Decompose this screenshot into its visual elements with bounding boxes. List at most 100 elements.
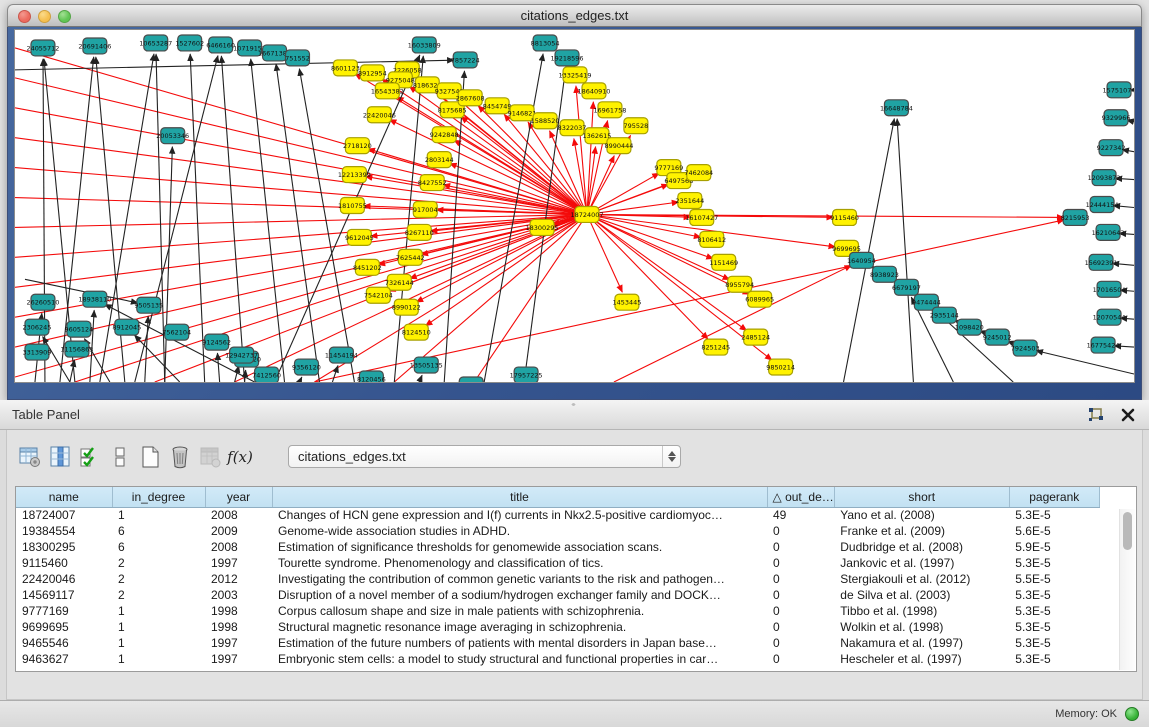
table-row[interactable]: 946554611997Estimation of the future num… — [16, 635, 1099, 651]
table-cell[interactable]: 0 — [767, 635, 834, 651]
table-selector-dropdown[interactable]: citations_edges.txt — [288, 445, 681, 468]
graph-node[interactable]: 6679197 — [892, 279, 921, 295]
graph-node[interactable]: 2803144 — [425, 152, 454, 168]
table-cell[interactable]: 1998 — [205, 603, 272, 619]
zoom-window-icon[interactable] — [58, 10, 71, 23]
graph-node[interactable]: 8120456 — [357, 371, 386, 382]
graph-node[interactable]: 9612045 — [345, 229, 374, 245]
graph-node[interactable]: 3313909 — [23, 344, 52, 360]
graph-node[interactable]: 18640910 — [577, 83, 610, 99]
table-cell[interactable]: Embryonic stem cells: a model to study s… — [272, 651, 767, 667]
graph-node[interactable]: 9245012 — [983, 329, 1012, 345]
graph-node[interactable]: 7412560 — [252, 367, 281, 382]
table-row[interactable]: 911546021997Tourette syndrome. Phenomeno… — [16, 555, 1099, 571]
table-cell[interactable]: 0 — [767, 603, 834, 619]
graph-node[interactable]: 9227342 — [1097, 140, 1126, 156]
table-cell[interactable]: Dudbridge et al. (2008) — [834, 539, 1009, 555]
graph-node[interactable]: 1527602 — [175, 35, 204, 51]
graph-node[interactable]: 2718120 — [343, 138, 372, 154]
graph-node[interactable]: 8813054 — [531, 35, 560, 51]
table-cell[interactable]: 5.9E-5 — [1009, 539, 1099, 555]
table-cell[interactable]: Tourette syndrome. Phenomenology and cla… — [272, 555, 767, 571]
table-cell[interactable]: Yano et al. (2008) — [834, 507, 1009, 523]
table-cell[interactable]: Estimation of significance thresholds fo… — [272, 539, 767, 555]
table-cell[interactable]: 1998 — [205, 619, 272, 635]
table-cell[interactable]: 5.3E-5 — [1009, 619, 1099, 635]
graph-node[interactable]: 11454194 — [325, 347, 358, 363]
table-cell[interactable]: Hescheler et al. (1997) — [834, 651, 1009, 667]
graph-node[interactable]: 13505135 — [410, 357, 443, 373]
graph-node[interactable]: 16775424 — [1087, 337, 1120, 353]
table-cell[interactable]: 6 — [112, 523, 205, 539]
column-header-short[interactable]: short — [834, 487, 1009, 507]
graph-node[interactable]: 9356120 — [292, 359, 321, 375]
column-header-title[interactable]: title — [272, 487, 767, 507]
float-window-icon[interactable] — [1087, 406, 1105, 424]
graph-node[interactable]: 917004 — [413, 202, 438, 218]
table-cell[interactable]: 9699695 — [16, 619, 112, 635]
graph-node[interactable]: 7924503 — [1011, 340, 1040, 356]
table-cell[interactable]: 2008 — [205, 507, 272, 523]
graph-node[interactable]: 15692391 — [1085, 254, 1118, 270]
close-panel-icon[interactable] — [1119, 406, 1137, 424]
graph-node[interactable]: 8251245 — [701, 339, 730, 355]
graph-node[interactable]: 8601123 — [331, 60, 360, 76]
graph-node[interactable]: 17016504 — [1093, 281, 1126, 297]
select-columns-icon[interactable] — [75, 443, 105, 471]
table-cell[interactable]: 9463627 — [16, 651, 112, 667]
graph-node[interactable]: 9505135 — [134, 297, 163, 313]
graph-node[interactable]: 12213399 — [338, 167, 371, 183]
table-cell[interactable]: 14569117 — [16, 587, 112, 603]
graph-node[interactable]: 18938110 — [78, 291, 111, 307]
show-column-icon[interactable] — [45, 443, 75, 471]
function-builder-icon[interactable]: f(x) — [225, 443, 255, 471]
table-cell[interactable]: Disruption of a novel member of a sodium… — [272, 587, 767, 603]
table-cell[interactable]: 49 — [767, 507, 834, 523]
graph-node[interactable]: 2306245 — [23, 319, 52, 335]
table-cell[interactable]: 9465546 — [16, 635, 112, 651]
graph-node[interactable]: 8106412 — [697, 231, 726, 247]
graph-node[interactable]: 26260510 — [26, 294, 59, 310]
graph-node[interactable]: 8451202 — [353, 259, 382, 275]
table-cell[interactable]: 5.3E-5 — [1009, 635, 1099, 651]
delete-trash-icon[interactable] — [165, 443, 195, 471]
graph-node[interactable]: 12942737 — [225, 347, 258, 363]
table-cell[interactable]: 1 — [112, 507, 205, 523]
graph-node[interactable]: 7462084 — [684, 165, 713, 181]
row-editor-icon[interactable] — [105, 443, 135, 471]
table-cell[interactable]: de Silva et al. (2003) — [834, 587, 1009, 603]
table-cell[interactable]: Structural magnetic resonance image aver… — [272, 619, 767, 635]
graph-node[interactable]: 12070544 — [1093, 309, 1126, 325]
graph-node[interactable]: 1151469 — [709, 254, 738, 270]
table-cell[interactable]: 5.3E-5 — [1009, 603, 1099, 619]
graph-node[interactable]: 12093872 — [1088, 170, 1121, 186]
graph-node[interactable]: 20691406 — [78, 38, 111, 54]
graph-node[interactable]: 15751074 — [1103, 82, 1134, 98]
graph-node[interactable]: 22420046 — [363, 107, 396, 123]
column-header-name[interactable]: name — [16, 487, 112, 507]
column-header-year[interactable]: year — [205, 487, 272, 507]
table-cell[interactable]: 1 — [112, 619, 205, 635]
table-cell[interactable]: 1 — [112, 603, 205, 619]
graph-node[interactable]: 751552 — [285, 50, 310, 66]
graph-node[interactable]: 18300295 — [526, 219, 559, 235]
table-cell[interactable]: 19384554 — [16, 523, 112, 539]
graph-node[interactable]: 19218596 — [551, 50, 584, 66]
table-vertical-scrollbar[interactable] — [1119, 509, 1135, 670]
table-cell[interactable]: Tibbo et al. (1998) — [834, 603, 1009, 619]
graph-node[interactable]: 18724007 — [571, 206, 604, 222]
graph-node[interactable]: 9115460 — [830, 209, 859, 225]
graph-node[interactable]: 9124562 — [202, 334, 231, 350]
table-cell[interactable]: Franke et al. (2009) — [834, 523, 1009, 539]
table-cell[interactable]: 5.3E-5 — [1009, 555, 1099, 571]
graph-node[interactable]: 1640954 — [847, 252, 876, 268]
table-cell[interactable]: Investigating the contribution of common… — [272, 571, 767, 587]
graph-node[interactable]: 7625442 — [396, 249, 425, 265]
graph-node[interactable]: 10653287 — [139, 35, 172, 51]
graph-node[interactable]: 13325419 — [559, 67, 592, 83]
memory-ok-icon[interactable] — [1125, 707, 1139, 721]
graph-node[interactable]: 7857224 — [451, 52, 480, 68]
graph-node[interactable]: 1810755 — [338, 198, 367, 214]
column-header-pagerank[interactable]: pagerank — [1009, 487, 1099, 507]
graph-node[interactable]: 8124510 — [402, 324, 431, 340]
